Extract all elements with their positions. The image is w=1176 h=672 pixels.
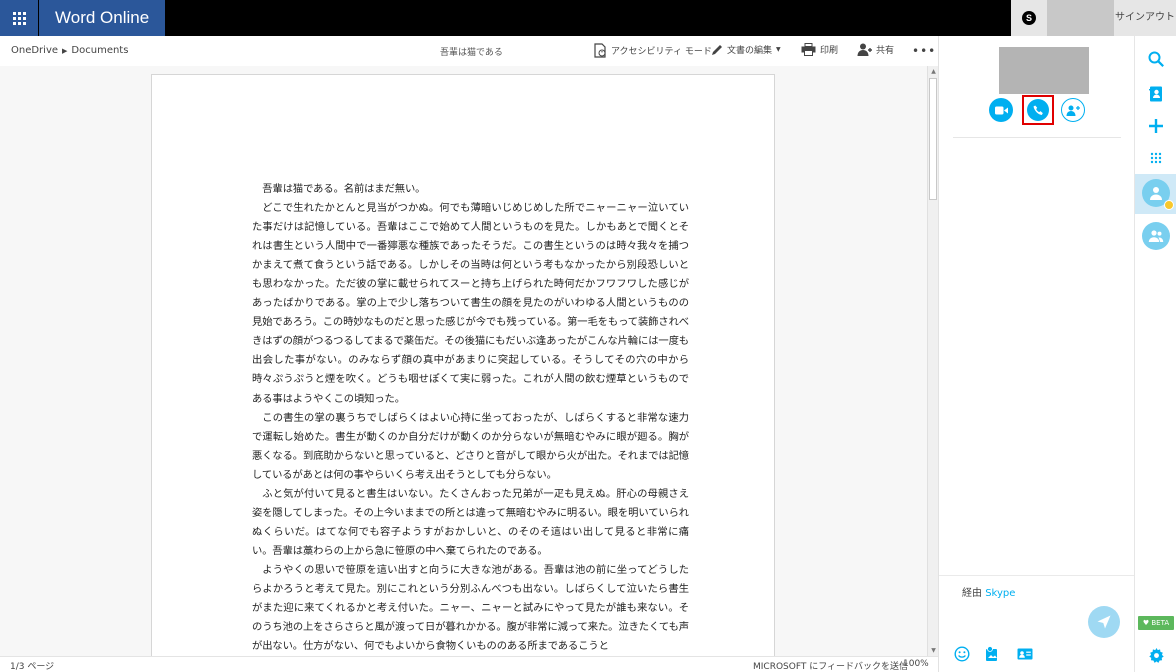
document-page[interactable]: 吾輩は猫である。名前はまだ無い。 どこで生れたかとんと見当がつかぬ。何でも薄暗い… — [151, 74, 775, 656]
add-people-button[interactable] — [1061, 98, 1085, 122]
send-button[interactable] — [1088, 606, 1120, 638]
divider — [953, 137, 1121, 138]
beta-badge: ♥ BETA — [1138, 616, 1174, 630]
dialpad-button[interactable] — [1145, 147, 1167, 169]
vertical-scrollbar[interactable]: ▲ ▼ — [927, 66, 938, 656]
group-icon — [1148, 230, 1164, 242]
breadcrumb-documents[interactable]: Documents — [71, 45, 128, 56]
signout-link[interactable]: サインアウト — [1114, 0, 1176, 36]
video-call-button[interactable] — [989, 98, 1013, 122]
skype-chat-panel: 経由 Skype — [938, 36, 1135, 672]
person-icon — [1150, 187, 1162, 200]
accessibility-mode-button[interactable]: アクセシビリティ モード — [594, 43, 712, 58]
send-icon — [1097, 615, 1111, 629]
group-contact-avatar[interactable] — [1142, 222, 1170, 250]
printer-icon — [801, 43, 816, 56]
document-canvas[interactable]: 吾輩は猫である。名前はまだ無い。 どこで生れたかとんと見当がつかぬ。何でも薄暗い… — [0, 66, 927, 656]
app-name[interactable]: Word Online — [39, 0, 165, 36]
scroll-up-icon[interactable]: ▲ — [929, 67, 938, 76]
phone-icon — [1033, 105, 1043, 115]
breadcrumb-separator-icon: ▶ — [62, 46, 68, 55]
chevron-down-icon: ▼ — [776, 46, 781, 53]
skype-button[interactable]: S — [1011, 0, 1047, 36]
user-avatar[interactable] — [1047, 0, 1114, 36]
share-people-icon — [857, 43, 872, 56]
media-icon — [986, 646, 997, 661]
new-conversation-button[interactable] — [1145, 115, 1167, 137]
address-book-icon — [1149, 86, 1162, 102]
media-button[interactable] — [983, 645, 1001, 663]
scroll-down-icon[interactable]: ▼ — [929, 646, 938, 655]
video-call-icon — [994, 106, 1008, 114]
contact-photo — [999, 47, 1089, 94]
breadcrumb-onedrive[interactable]: OneDrive — [11, 45, 58, 56]
print-label: 印刷 — [820, 46, 839, 56]
skype-side-rail: ♥ BETA — [1134, 36, 1176, 672]
paragraph[interactable]: どこで生れたかとんと見当がつかぬ。何でも薄暗いじめじめした所でニャーニャー泣いて… — [252, 199, 689, 409]
scrollbar-thumb[interactable] — [929, 78, 937, 200]
away-status-icon — [1164, 200, 1174, 210]
edit-label: 文書の編集 — [727, 46, 773, 56]
zoom-level[interactable]: 100% — [903, 659, 929, 669]
audio-call-circle — [1027, 99, 1049, 121]
print-button[interactable]: 印刷 — [801, 43, 838, 56]
document-body[interactable]: 吾輩は猫である。名前はまだ無い。 どこで生れたかとんと見当がつかぬ。何でも薄暗い… — [252, 180, 689, 656]
search-icon — [1148, 51, 1164, 67]
via-prefix: 経由 — [962, 588, 982, 599]
accessibility-icon — [594, 43, 606, 58]
page-count: 1/3 ページ — [10, 662, 55, 672]
paragraph[interactable]: ふと気が付いて見ると書生はいない。たくさんおった兄弟が一疋も見えぬ。肝心の母親さ… — [252, 485, 689, 561]
command-bar: OneDrive ▶ Documents 吾輩は猫である アクセシビリティ モー… — [0, 36, 938, 66]
edit-document-button[interactable]: 文書の編集 ▼ — [711, 43, 781, 56]
skype-icon: S — [1022, 11, 1036, 25]
pencil-icon — [712, 44, 722, 55]
more-options-button[interactable]: ••• — [912, 44, 936, 58]
share-label: 共有 — [876, 46, 895, 56]
paragraph[interactable]: ようやくの思いで笹原を這い出すと向うに大きな池がある。吾輩は池の前に坐ってどうし… — [252, 561, 689, 656]
contacts-button[interactable] — [1145, 83, 1167, 105]
waffle-icon — [12, 11, 26, 25]
paragraph[interactable]: 吾輩は猫である。名前はまだ無い。 — [252, 180, 689, 199]
divider — [939, 575, 1135, 576]
settings-button[interactable] — [1145, 644, 1167, 666]
dialpad-icon — [1150, 152, 1162, 164]
emoji-icon — [954, 646, 970, 662]
accessibility-label: アクセシビリティ モード — [611, 47, 712, 57]
skype-link[interactable]: Skype — [985, 588, 1015, 599]
paragraph[interactable]: この書生の掌の裏うちでしばらくはよい心持に坐っておったが、しばらくすると非常な速… — [252, 409, 689, 485]
search-button[interactable] — [1145, 48, 1167, 70]
document-title[interactable]: 吾輩は猫である — [440, 45, 503, 58]
feedback-link[interactable]: MICROSOFT にフィードバックを送信 — [753, 659, 908, 672]
app-launcher-button[interactable] — [0, 0, 38, 36]
contact-card-button[interactable] — [1016, 645, 1034, 663]
status-bar: 1/3 ページ MICROSOFT にフィードバックを送信 100% — [0, 656, 938, 672]
breadcrumb: OneDrive ▶ Documents — [11, 45, 128, 56]
plus-icon — [1149, 119, 1163, 133]
audio-call-button[interactable] — [1022, 95, 1054, 125]
emoji-button[interactable] — [953, 645, 971, 663]
gear-icon — [1148, 647, 1164, 663]
add-people-icon — [1066, 105, 1080, 116]
share-button[interactable]: 共有 — [857, 43, 894, 56]
via-skype-text: 経由 Skype — [962, 584, 1015, 599]
top-bar: Word Online S サインアウト — [0, 0, 1176, 36]
contact-card-icon — [1017, 648, 1033, 660]
